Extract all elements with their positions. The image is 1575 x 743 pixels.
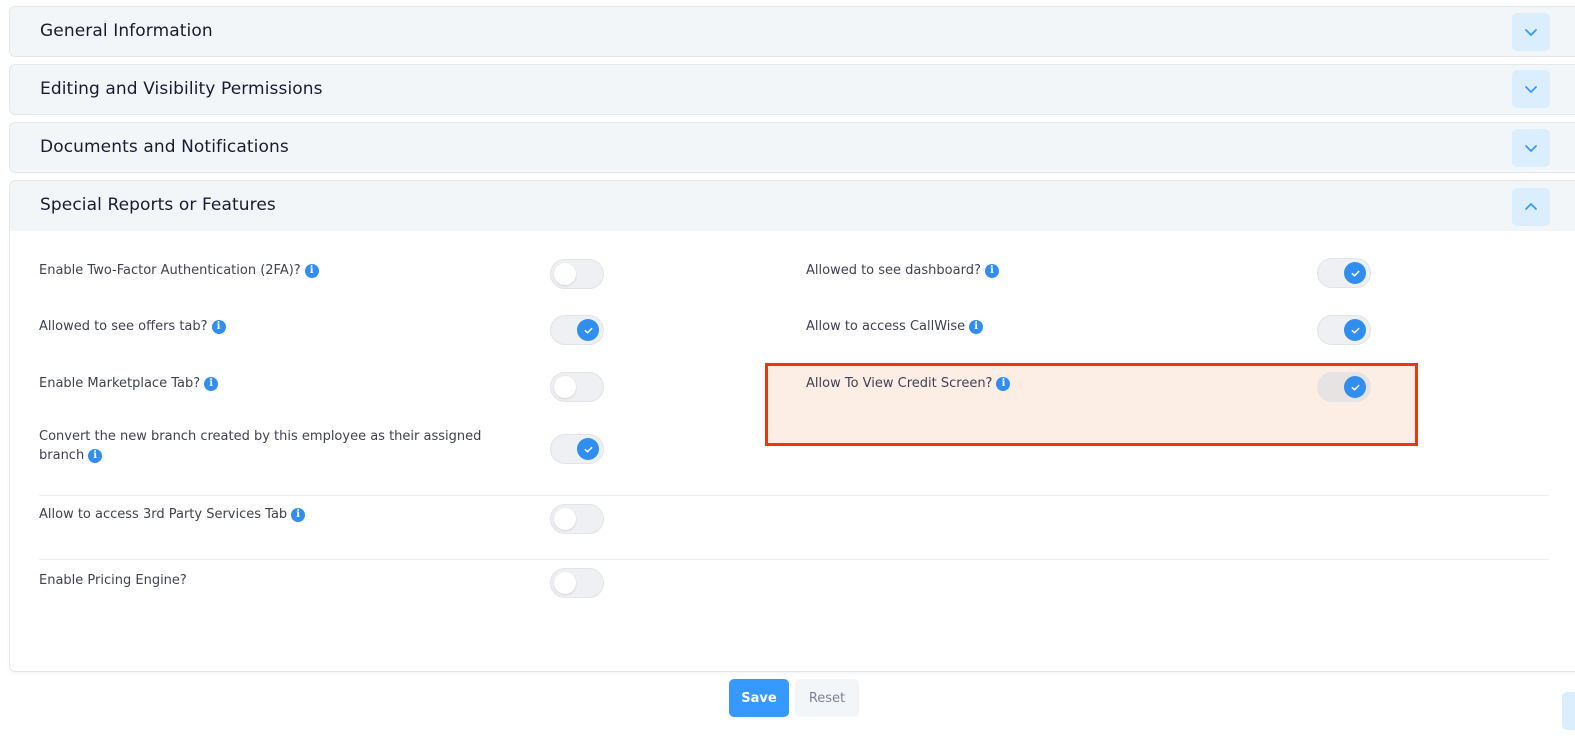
toggle-knob <box>577 438 599 460</box>
setting-label-dashboard: Allowed to see dashboard? i <box>806 261 999 280</box>
setting-label-callwise: Allow to access CallWise i <box>806 317 984 336</box>
chevron-up-icon <box>1525 203 1537 210</box>
setting-label-pricing-engine: Enable Pricing Engine? <box>39 573 187 588</box>
toggle-convert-branch[interactable] <box>550 434 604 464</box>
toggle-knob <box>554 508 576 530</box>
chevron-down-icon <box>1525 29 1537 36</box>
reset-button[interactable]: Reset <box>795 679 859 717</box>
expand-button[interactable] <box>1512 70 1550 108</box>
toggle-knob <box>554 572 576 594</box>
side-panel-tab[interactable] <box>1562 692 1575 730</box>
toggle-marketplace-tab[interactable] <box>550 372 604 402</box>
check-icon <box>1351 327 1359 334</box>
panel-title: Editing and Visibility Permissions <box>40 79 323 99</box>
info-icon[interactable]: i <box>204 377 219 391</box>
panel-title: General Information <box>40 21 213 41</box>
setting-label-convert-branch: Convert the new branch created by this e… <box>39 429 482 463</box>
info-icon[interactable]: i <box>996 377 1011 391</box>
setting-label-two-factor: Enable Two-Factor Authentication (2FA)? i <box>39 261 319 280</box>
info-icon[interactable]: i <box>984 264 999 278</box>
chevron-down-icon <box>1525 86 1537 93</box>
info-icon[interactable]: i <box>211 320 226 334</box>
toggle-knob <box>1344 376 1366 398</box>
chevron-down-icon <box>1525 145 1537 152</box>
toggle-callwise[interactable] <box>1317 315 1371 345</box>
toggle-knob <box>1344 319 1366 341</box>
panel-special-reports[interactable]: Special Reports or Features <box>9 180 1575 232</box>
divider <box>39 495 1549 496</box>
toggle-two-factor[interactable] <box>550 259 604 289</box>
check-icon <box>1351 384 1359 391</box>
expand-button[interactable] <box>1512 129 1550 167</box>
panel-documents-notifications[interactable]: Documents and Notifications <box>9 122 1575 173</box>
save-button[interactable]: Save <box>729 679 789 717</box>
panel-title: Special Reports or Features <box>40 195 276 215</box>
setting-label-marketplace-tab: Enable Marketplace Tab? i <box>39 374 219 393</box>
info-icon[interactable]: i <box>88 449 103 463</box>
toggle-knob <box>554 263 576 285</box>
toggle-third-party[interactable] <box>550 504 604 534</box>
toggle-pricing-engine[interactable] <box>550 568 604 598</box>
setting-label-offers-tab: Allowed to see offers tab? i <box>39 317 226 336</box>
toggle-offers-tab[interactable] <box>550 315 604 345</box>
panel-editing-visibility[interactable]: Editing and Visibility Permissions <box>9 64 1575 115</box>
info-icon[interactable]: i <box>291 508 306 522</box>
toggle-credit-screen[interactable] <box>1317 372 1371 402</box>
check-icon <box>584 327 592 334</box>
panel-title: Documents and Notifications <box>40 137 289 157</box>
collapse-button[interactable] <box>1512 188 1550 226</box>
setting-label-third-party: Allow to access 3rd Party Services Tab i <box>39 505 306 524</box>
toggle-knob <box>1344 262 1366 284</box>
expand-button[interactable] <box>1512 13 1550 51</box>
info-icon[interactable]: i <box>969 320 984 334</box>
check-icon <box>1351 270 1359 277</box>
info-icon[interactable]: i <box>304 264 319 278</box>
panel-general-information[interactable]: General Information <box>9 6 1575 57</box>
divider <box>39 559 1549 560</box>
toggle-knob <box>577 319 599 341</box>
toggle-dashboard[interactable] <box>1317 258 1371 288</box>
toggle-knob <box>554 376 576 398</box>
check-icon <box>584 446 592 453</box>
setting-label-credit-screen: Allow To View Credit Screen? i <box>806 374 1011 393</box>
